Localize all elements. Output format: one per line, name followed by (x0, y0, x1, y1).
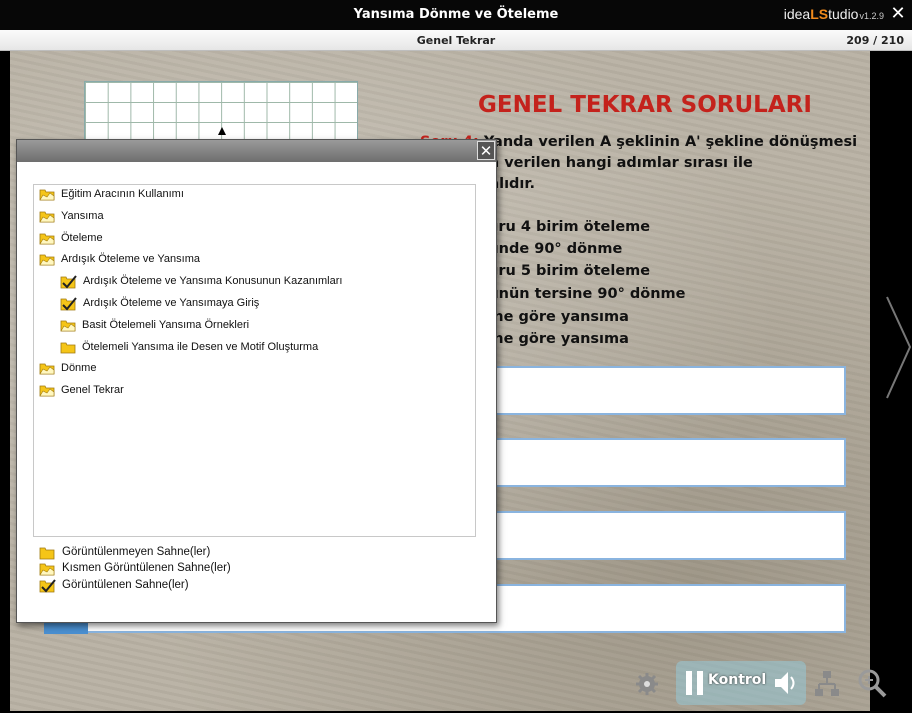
step-item: nine göre yansıma (478, 331, 629, 347)
tree-item-label: Ardışık Öteleme ve Yansıma Konusunun Kaz… (83, 275, 343, 287)
folder-partial-icon (39, 189, 55, 201)
folder-icon (39, 547, 55, 559)
shape-grid (84, 81, 358, 145)
shape-marker (218, 127, 226, 135)
page-heading: GENEL TEKRAR SORULARI (478, 92, 812, 118)
section-header: Genel Tekrar 209 / 210 (0, 30, 912, 51)
legend-item: Kısmen Görüntülenen Sahne(ler) (39, 560, 231, 576)
legend-item: Görüntülenen Sahne(ler) (39, 577, 189, 593)
window-close-button[interactable]: ✕ (890, 4, 906, 24)
title-bar: Yansıma Dönme ve Öteleme ideaLStudiov1.2… (0, 0, 912, 30)
tree-item-label: Ardışık Öteleme ve Yansıma (61, 253, 200, 265)
tree-item[interactable]: Basit Ötelemeli Yansıma Örnekleri (60, 316, 249, 334)
folder-partial-icon (39, 363, 55, 375)
answer-marker (44, 622, 88, 634)
tree-item[interactable]: Eğitim Aracının Kullanımı (39, 185, 184, 203)
control-bar: Kontrol (622, 659, 912, 707)
brand-version: v1.2.9 (859, 11, 884, 21)
tree-item[interactable]: Öteleme (39, 229, 103, 247)
tree-item[interactable]: Ardışık Öteleme ve Yansıma Konusunun Kaz… (60, 272, 342, 290)
tree-item[interactable]: Dönme (39, 359, 96, 377)
brand-prefix: idea (783, 6, 811, 22)
speaker-icon[interactable] (772, 659, 800, 707)
folder-viewed-icon (39, 578, 56, 592)
pause-icon[interactable] (682, 659, 708, 707)
sitemap-icon[interactable] (812, 659, 842, 707)
step-item: nünün tersine 90° dönme (478, 286, 686, 302)
tree-item[interactable]: Ötelemeli Yansıma ile Desen ve Motif Olu… (60, 338, 318, 356)
legend-label: Görüntülenmeyen Sahne(ler) (62, 546, 211, 558)
legend-label: Kısmen Görüntülenen Sahne(ler) (62, 562, 231, 574)
content-map-dialog: ✕ Eğitim Aracının Kullanımı Yansıma Ötel… (16, 139, 497, 623)
folder-viewed-icon (60, 274, 77, 288)
folder-partial-icon (39, 233, 55, 245)
page-counter: 209 / 210 (846, 34, 904, 47)
step-item: nünde 90° dönme (478, 241, 623, 257)
folder-partial-icon (60, 320, 76, 332)
control-label[interactable]: Kontrol (708, 672, 766, 688)
tree-item[interactable]: Ardışık Öteleme ve Yansımaya Giriş (60, 294, 259, 312)
brand-logo: ideaLStudiov1.2.9 (784, 6, 884, 22)
tree-item[interactable]: Yansıma (39, 207, 104, 225)
zoom-icon[interactable] (855, 659, 889, 707)
folder-icon (60, 342, 76, 354)
brand-suffix: tudio (828, 6, 859, 22)
tree-item[interactable]: Genel Tekrar (39, 381, 124, 399)
tree-item-label: Dönme (61, 362, 97, 374)
legend-item: Görüntülenmeyen Sahne(ler) (39, 544, 210, 560)
tree-item-label: Ötelemeli Yansıma ile Desen ve Motif Olu… (82, 341, 319, 353)
folder-partial-icon (39, 254, 55, 266)
dialog-close-button[interactable]: ✕ (477, 141, 495, 160)
dialog-header: ✕ (17, 140, 496, 162)
gear-icon[interactable] (632, 659, 662, 707)
legend-label: Görüntülenen Sahne(ler) (62, 579, 189, 591)
step-item: oğru 4 birim öteleme (478, 219, 651, 235)
tree-item-label: Ardışık Öteleme ve Yansımaya Giriş (83, 297, 260, 309)
folder-viewed-icon (60, 296, 77, 310)
tree-item[interactable]: Ardışık Öteleme ve Yansıma (39, 250, 200, 268)
tree-item-label: Basit Ötelemeli Yansıma Örnekleri (82, 319, 250, 331)
brand-accent: LS (810, 6, 829, 22)
tree-item-label: Öteleme (61, 232, 103, 244)
folder-partial-icon (39, 211, 55, 223)
next-page-arrow-icon[interactable] (885, 295, 912, 400)
folder-partial-icon (39, 385, 55, 397)
folder-partial-icon (39, 563, 55, 575)
tree-item-label: Yansıma (61, 210, 104, 222)
section-title: Genel Tekrar (416, 34, 496, 47)
step-item: oğru 5 birim öteleme (478, 263, 651, 279)
step-item: hine göre yansıma (478, 309, 629, 325)
tree-item-label: Eğitim Aracının Kullanımı (61, 188, 184, 200)
app-title: Yansıma Dönme ve Öteleme (353, 7, 559, 22)
tree-item-label: Genel Tekrar (61, 384, 124, 396)
question-line-1: Yanda verilen A şeklinin A' şekline dönü… (483, 134, 858, 150)
